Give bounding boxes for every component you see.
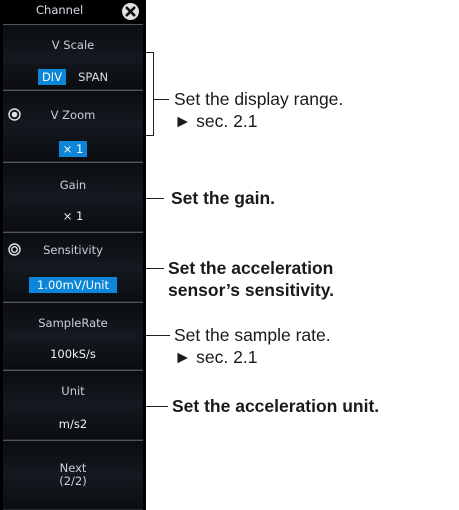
callout-sample-rate: Set the sample rate. ► sec. 2.1	[174, 324, 331, 368]
callout-display-range-ref: ► sec. 2.1	[174, 111, 258, 131]
samplerate-label: SampleRate	[38, 316, 108, 330]
vscale-option-div[interactable]: DIV	[37, 69, 67, 85]
next-page-indicator: (2/2)	[59, 474, 87, 488]
callout-sensitivity: Set the acceleration sensor’s sensitivit…	[168, 257, 334, 301]
gain-value: × 1	[62, 209, 84, 223]
samplerate-leader	[146, 335, 170, 336]
vzoom-key[interactable]: V Zoom × 1	[3, 90, 143, 162]
callout-display-range: Set the display range. ► sec. 2.1	[174, 88, 343, 132]
vzoom-label: V Zoom	[50, 108, 96, 122]
unit-label: Unit	[61, 384, 85, 398]
sensitivity-label: Sensitivity	[43, 243, 103, 257]
gain-key[interactable]: Gain × 1	[3, 162, 143, 232]
callout-display-range-text: Set the display range.	[174, 89, 344, 109]
callout-gain: Set the gain.	[171, 188, 276, 208]
gain-leader	[146, 198, 164, 199]
unit-leader	[146, 406, 168, 407]
vscale-option-span[interactable]: SPAN	[78, 70, 108, 84]
display-range-leader	[153, 99, 169, 100]
menu-title: Channel	[36, 3, 84, 17]
next-key[interactable]: Next (2/2)	[3, 440, 143, 510]
callout-unit: Set the acceleration unit.	[172, 396, 380, 416]
channel-menu-panel: Channel V Scale DIV SPAN V Zoom × 1 Gain …	[0, 0, 146, 510]
callout-sample-rate-text: Set the sample rate.	[174, 325, 331, 345]
sensitivity-key[interactable]: Sensitivity 1.00mV/Unit	[3, 232, 143, 302]
callout-sample-rate-ref: ► sec. 2.1	[174, 347, 258, 367]
unit-key[interactable]: Unit m/s2	[3, 370, 143, 440]
callout-sensitivity-line1: Set the acceleration	[168, 258, 334, 278]
vscale-key[interactable]: V Scale DIV SPAN	[3, 24, 143, 90]
display-range-bracket	[146, 52, 154, 136]
gain-label: Gain	[59, 178, 87, 192]
vzoom-value: × 1	[58, 141, 88, 157]
samplerate-value: 100kS/s	[50, 347, 96, 361]
callout-sensitivity-line2: sensor’s sensitivity.	[168, 280, 335, 300]
next-label: Next	[59, 461, 87, 475]
close-icon[interactable]	[121, 2, 140, 21]
sensitivity-leader	[146, 268, 164, 269]
menu-header: Channel	[0, 0, 146, 22]
vscale-options: DIV SPAN	[3, 69, 143, 85]
sensitivity-value: 1.00mV/Unit	[29, 277, 117, 293]
samplerate-key[interactable]: SampleRate 100kS/s	[3, 302, 143, 370]
unit-value: m/s2	[58, 417, 88, 431]
vscale-label: V Scale	[51, 38, 95, 52]
